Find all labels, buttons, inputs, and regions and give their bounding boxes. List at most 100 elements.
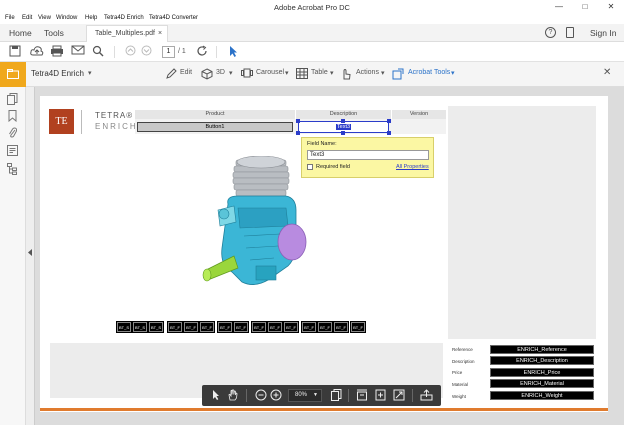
carousel-button[interactable]: Carousel xyxy=(256,69,284,76)
menu-tetra4d-converter[interactable]: Tetra4D Converter xyxy=(149,15,198,21)
menu-tetra4d-enrich[interactable]: Tetra4D Enrich xyxy=(104,15,144,21)
select-cursor-icon[interactable] xyxy=(209,389,222,402)
bookmark-icon[interactable] xyxy=(6,110,19,123)
enrich-price-field[interactable]: ENRICH_Price xyxy=(490,368,594,377)
layers-tree-icon[interactable] xyxy=(6,163,19,176)
menu-edit[interactable]: Edit xyxy=(22,15,32,21)
edit-icon[interactable] xyxy=(165,68,177,80)
acrobat-tools-button[interactable]: Acrobat Tools xyxy=(408,69,450,76)
page-view-icon[interactable] xyxy=(330,389,343,402)
menu-help[interactable]: Help xyxy=(85,15,97,21)
table-caret[interactable]: ▾ xyxy=(330,69,334,77)
acrobat-tools-icon[interactable] xyxy=(392,68,404,80)
button1-field[interactable]: Button1 xyxy=(137,122,293,132)
carousel-caret[interactable]: ▾ xyxy=(285,69,289,77)
zoom-level-select[interactable]: 80% ▼ xyxy=(288,389,322,402)
fit-width-icon[interactable] xyxy=(355,389,368,402)
attachment-icon[interactable] xyxy=(6,127,19,140)
plugin-name-caret[interactable]: ▾ xyxy=(88,69,92,77)
help-icon[interactable]: ? xyxy=(545,27,556,38)
text3-field-selected-text: Text3 xyxy=(335,124,352,130)
tab-tools[interactable]: Tools xyxy=(44,28,64,38)
bt-button[interactable]: BT_F xyxy=(199,321,215,333)
enrich-weight-field[interactable]: ENRICH_Weight xyxy=(490,391,594,400)
bt-button[interactable]: BT_F xyxy=(233,321,249,333)
bt-button[interactable]: BT_F xyxy=(217,321,233,333)
plugin-tab-marker[interactable] xyxy=(0,62,26,87)
bt-button[interactable]: BT_F xyxy=(267,321,283,333)
minimize-button[interactable]: — xyxy=(546,0,572,14)
bt-button[interactable]: BT_F xyxy=(350,321,366,333)
bt-button[interactable]: BT_F xyxy=(251,321,267,333)
tab-document[interactable]: Table_Multiples.pdf × xyxy=(86,25,168,42)
column-header-description: Description xyxy=(296,110,391,119)
enrich-description-field[interactable]: ENRICH_Description xyxy=(490,356,594,365)
resize-handle[interactable] xyxy=(387,131,391,135)
full-screen-icon[interactable] xyxy=(392,389,405,402)
three-d-button[interactable]: 3D xyxy=(216,69,225,76)
menu-view[interactable]: View xyxy=(38,15,51,21)
next-page-icon[interactable] xyxy=(139,45,153,59)
floatbar-divider xyxy=(246,389,247,402)
select-cursor-icon[interactable] xyxy=(226,45,240,59)
bt-button[interactable]: BT_F xyxy=(167,321,183,333)
bt-button[interactable]: BT_F xyxy=(183,321,199,333)
bt-button[interactable]: BT_F xyxy=(317,321,333,333)
resize-handle[interactable] xyxy=(296,131,300,135)
actions-caret[interactable]: ▾ xyxy=(381,69,385,77)
export-upload-icon[interactable] xyxy=(420,389,433,402)
acrobat-tools-caret[interactable]: ▾ xyxy=(451,69,455,77)
enrich-reference-field[interactable]: ENRICH_Reference xyxy=(490,345,594,354)
cube-3d-icon[interactable] xyxy=(201,68,213,80)
hand-pan-icon[interactable] xyxy=(226,389,239,402)
close-plugin-toolbar-button[interactable]: ✕ xyxy=(603,67,611,78)
sign-in-link[interactable]: Sign In xyxy=(590,28,616,38)
column-header-version: Version xyxy=(392,110,446,119)
carousel-icon[interactable] xyxy=(241,68,253,80)
pages-icon[interactable] xyxy=(6,93,19,106)
fit-page-icon[interactable] xyxy=(374,389,387,402)
resize-handle[interactable] xyxy=(341,119,345,123)
bt-button[interactable]: BT_F xyxy=(283,321,299,333)
field-name-input[interactable]: Text3 xyxy=(307,150,429,160)
email-icon[interactable] xyxy=(71,45,85,59)
edit-button[interactable]: Edit xyxy=(180,69,192,76)
form-fields-icon[interactable] xyxy=(6,145,19,158)
column-header-product: Product xyxy=(135,110,295,119)
print-icon[interactable] xyxy=(50,45,64,59)
tab-home[interactable]: Home xyxy=(9,28,32,38)
table-icon[interactable] xyxy=(296,68,308,80)
close-window-button[interactable]: ✕ xyxy=(598,0,624,14)
zoom-out-icon[interactable] xyxy=(254,389,267,402)
save-icon[interactable] xyxy=(8,45,22,59)
resize-handle[interactable] xyxy=(387,119,391,123)
resize-handle[interactable] xyxy=(296,119,300,123)
zoom-in-icon[interactable] xyxy=(269,389,282,402)
resize-handle[interactable] xyxy=(341,131,345,135)
previous-page-icon[interactable] xyxy=(123,45,137,59)
panel-collapse-handle[interactable] xyxy=(26,87,35,425)
rotate-icon[interactable] xyxy=(195,45,209,59)
actions-icon[interactable] xyxy=(340,68,352,80)
bt-button[interactable]: BT_F xyxy=(333,321,349,333)
bt-button[interactable]: BT_S xyxy=(148,321,164,333)
three-d-caret[interactable]: ▾ xyxy=(229,69,233,77)
bt-button[interactable]: BT_F xyxy=(301,321,317,333)
page-accent-rule xyxy=(40,408,608,411)
mobile-link-icon[interactable] xyxy=(566,27,574,38)
maximize-button[interactable]: □ xyxy=(572,0,598,14)
table-button[interactable]: Table xyxy=(311,69,328,76)
engine-3d-model[interactable] xyxy=(198,156,314,298)
menu-window[interactable]: Window xyxy=(56,15,77,21)
search-icon[interactable] xyxy=(91,45,105,59)
page-number-input[interactable]: 1 xyxy=(162,46,175,58)
menu-file[interactable]: File xyxy=(5,15,15,21)
actions-button[interactable]: Actions xyxy=(356,69,379,76)
upload-cloud-icon[interactable] xyxy=(30,45,44,59)
bt-button[interactable]: BT_S xyxy=(116,321,132,333)
bt-button[interactable]: BT_S xyxy=(132,321,148,333)
all-properties-link[interactable]: All Properties xyxy=(396,164,429,170)
document-tab-close[interactable]: × xyxy=(158,30,162,37)
enrich-material-field[interactable]: ENRICH_Material xyxy=(490,379,594,388)
plugin-name[interactable]: Tetra4D Enrich xyxy=(31,69,84,78)
